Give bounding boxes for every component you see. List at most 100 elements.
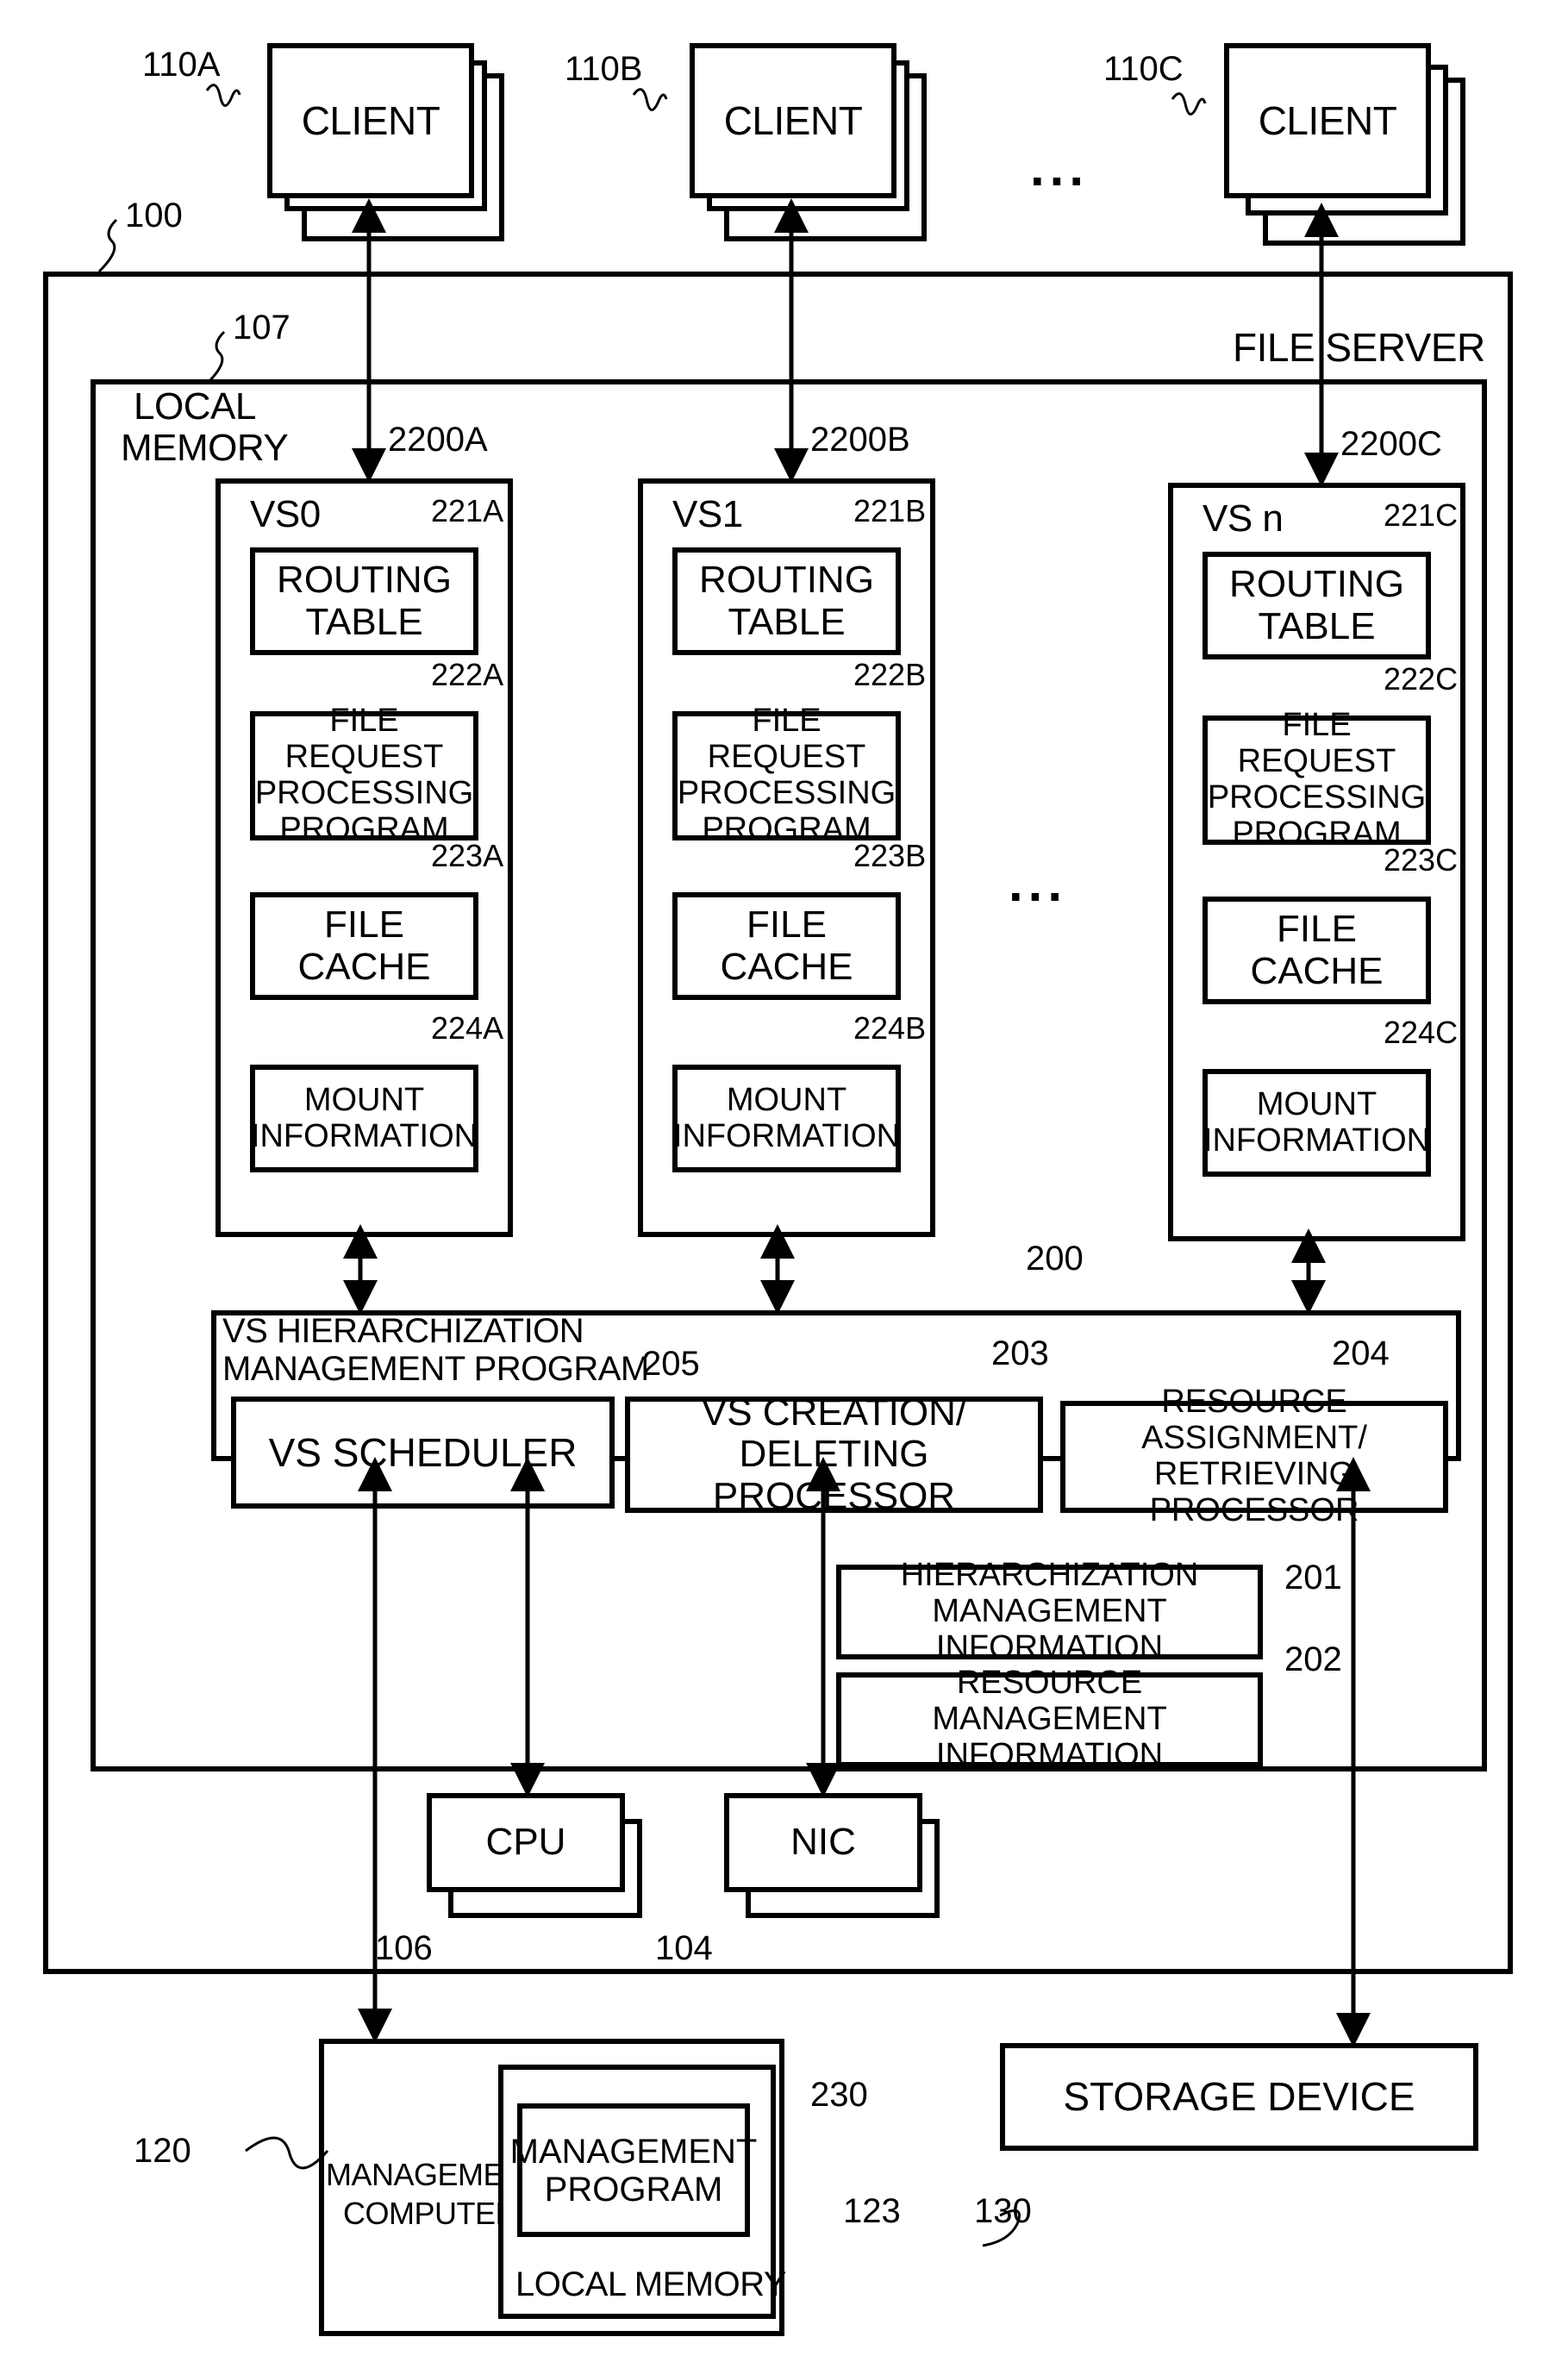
- file-server-label: FILE SERVER: [1233, 325, 1485, 370]
- label-line: INFORMATION: [250, 1117, 478, 1154]
- ref-label: 110C: [1103, 50, 1184, 88]
- vs-program-label: MANAGEMENT PROGRAM: [222, 1350, 649, 1388]
- label-line: INFORMATION: [935, 1736, 1164, 1773]
- ref-label: 221C: [1384, 497, 1459, 533]
- vs-cache-box: FILE CACHE: [250, 892, 478, 1000]
- label-line: CACHE: [297, 945, 431, 988]
- ref-label: 224C: [1384, 1015, 1459, 1050]
- ref-label: 123: [843, 2192, 901, 2230]
- vs-scheduler-label: VS SCHEDULER: [268, 1429, 578, 1475]
- label-line: MANAGEMENT: [509, 2132, 758, 2171]
- ref-label: 2200C: [1340, 425, 1442, 463]
- client-label: CLIENT: [301, 98, 440, 143]
- label-line: VS CREATION/: [701, 1390, 967, 1434]
- label-line: FILE: [747, 903, 827, 947]
- mgmt-computer-label: COMPUTER: [343, 2196, 518, 2231]
- ref-label: 205: [642, 1345, 700, 1383]
- label-line: FILE REQUEST: [1237, 707, 1396, 780]
- cpu-label: CPU: [485, 1821, 566, 1864]
- vs-name: VS n: [1203, 497, 1284, 540]
- label-line: PROGRAM: [544, 2170, 723, 2209]
- label-line: INFORMATION: [1203, 1122, 1431, 1159]
- vs-mount-box: MOUNT INFORMATION: [250, 1065, 478, 1172]
- client-label: CLIENT: [1258, 98, 1397, 143]
- label-line: PROCESSING: [677, 775, 896, 811]
- label-line: PROGRAM: [279, 810, 449, 847]
- vs-name: VS1: [672, 493, 743, 535]
- label-line: INFORMATION: [672, 1117, 901, 1154]
- label-line: PROGRAM: [1232, 815, 1402, 852]
- ref-label: 107: [233, 309, 290, 347]
- label-line: ROUTING: [277, 559, 452, 602]
- vs-mount-box: MOUNT INFORMATION: [672, 1065, 901, 1172]
- cpu: CPU: [427, 1793, 625, 1892]
- management-program: MANAGEMENT PROGRAM: [510, 2103, 757, 2237]
- label-line: PROCESSING: [254, 775, 474, 811]
- hierarchization-management-information: HIERARCHIZATION MANAGEMENT INFORMATION: [836, 1558, 1263, 1665]
- label-line: ROUTING: [1229, 563, 1404, 606]
- label-line: CACHE: [1250, 949, 1384, 992]
- vs-frp-box: FILE REQUEST PROCESSING PROGRAM: [250, 703, 478, 847]
- local-memory-label: LOCAL: [134, 385, 256, 428]
- label-line: MOUNT: [303, 1081, 425, 1118]
- vs-creation-processor: VS CREATION/ DELETING PROCESSOR: [625, 1391, 1043, 1516]
- resource-management-information: RESOURCE MANAGEMENT INFORMATION: [836, 1665, 1263, 1773]
- ref-label: 223C: [1384, 842, 1459, 878]
- vs-frp-box: FILE REQUEST PROCESSING PROGRAM: [1203, 708, 1431, 852]
- storage-label: STORAGE DEVICE: [1063, 2074, 1415, 2120]
- ref-label: 200: [1026, 1240, 1084, 1278]
- vs-name: VS0: [250, 493, 321, 535]
- label-line: MOUNT: [726, 1081, 847, 1118]
- vs-frp-box: FILE REQUEST PROCESSING PROGRAM: [672, 703, 901, 847]
- ref-label: 2200A: [388, 421, 488, 459]
- label-line: DELETING PROCESSOR: [712, 1433, 956, 1517]
- ref-label: 110B: [565, 50, 643, 88]
- storage-device: STORAGE DEVICE: [1000, 2043, 1478, 2151]
- label-line: ROUTING: [699, 559, 874, 602]
- vs-routing-box: ROUTING TABLE: [1203, 552, 1431, 659]
- label-line: RESOURCE MANAGEMENT: [932, 1665, 1167, 1738]
- label-line: RESOURCE ASSIGNMENT/: [1141, 1384, 1367, 1457]
- ref-label: 110A: [142, 46, 221, 84]
- label-line: MOUNT: [1256, 1085, 1377, 1122]
- ref-label: 222B: [853, 657, 927, 692]
- ref-label: 2200B: [810, 421, 910, 459]
- label-line: FILE REQUEST: [284, 703, 444, 776]
- ref-label: 130: [974, 2192, 1032, 2230]
- label-line: MANAGEMENT INFORMATION: [932, 1593, 1167, 1665]
- vs-program-label: VS HIERARCHIZATION: [222, 1312, 584, 1350]
- resource-assignment-processor: RESOURCE ASSIGNMENT/ RETRIEVING PROCESSO…: [1060, 1384, 1448, 1528]
- label-line: CACHE: [720, 945, 853, 988]
- mgmt-local-memory-label: LOCAL MEMORY: [515, 2265, 787, 2303]
- ref-label: 104: [655, 1929, 713, 1967]
- ref-label: 222C: [1384, 661, 1459, 697]
- ref-label: 230: [810, 2076, 868, 2114]
- ref-label: 222A: [431, 657, 504, 692]
- label-line: PROGRAM: [702, 810, 871, 847]
- label-line: FILE REQUEST: [707, 703, 866, 776]
- ref-label: 201: [1284, 1559, 1342, 1597]
- vs-mount-box: MOUNT INFORMATION: [1203, 1069, 1431, 1177]
- ref-label: 202: [1284, 1640, 1342, 1678]
- label-line: PROCESSING: [1207, 779, 1427, 815]
- label-line: TABLE: [305, 600, 423, 643]
- ref-label: 221B: [853, 493, 927, 528]
- local-memory-label: MEMORY: [121, 427, 289, 469]
- client-label: CLIENT: [723, 98, 863, 143]
- nic-label: NIC: [790, 1821, 856, 1864]
- label-line: TABLE: [1258, 604, 1376, 647]
- ref-label: 100: [125, 197, 183, 234]
- ref-label: 223B: [853, 838, 927, 873]
- ellipsis: ...: [1009, 854, 1068, 912]
- nic: NIC: [724, 1793, 922, 1892]
- ref-label: 106: [375, 1929, 433, 1967]
- ref-label: 224B: [853, 1010, 927, 1046]
- ref-label: 120: [134, 2132, 191, 2170]
- vs-routing-box: ROUTING TABLE: [672, 547, 901, 655]
- ellipsis: ...: [1030, 139, 1090, 197]
- vs-scheduler: VS SCHEDULER: [231, 1397, 615, 1509]
- label-line: FILE: [324, 903, 404, 947]
- ref-label: 224A: [431, 1010, 504, 1046]
- vs-cache-box: FILE CACHE: [672, 892, 901, 1000]
- ref-label: 221A: [431, 493, 504, 528]
